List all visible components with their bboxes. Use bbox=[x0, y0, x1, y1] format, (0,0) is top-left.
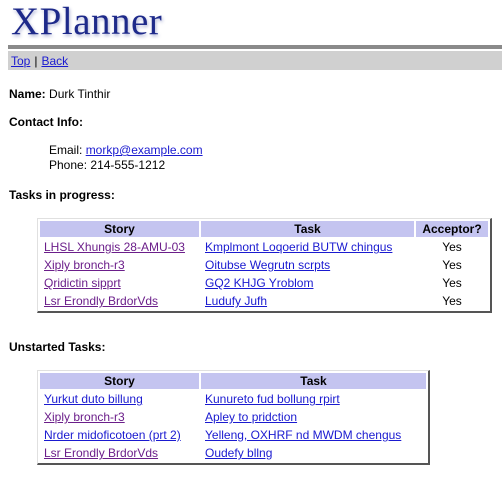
story-link[interactable]: Xiply bronch-r3 bbox=[44, 410, 125, 424]
top-link[interactable]: Top bbox=[11, 54, 30, 68]
email-label: Email: bbox=[49, 143, 83, 157]
task-link[interactable]: Kmplmont Loqoerid BUTW chingus bbox=[205, 240, 392, 254]
table-row: Qridictin sipprt GQ2 KHJG Yroblom Yes bbox=[40, 275, 488, 291]
story-link[interactable]: Nrder midoficotoen (prt 2) bbox=[44, 428, 181, 442]
column-header-story[interactable]: Story bbox=[40, 221, 199, 237]
table-row: Lsr Erondly BrdorVds Ludufy Jufh Yes bbox=[40, 293, 488, 309]
person-name: Durk Tinthir bbox=[49, 87, 111, 101]
header-rule bbox=[8, 45, 502, 49]
phone-label: Phone: bbox=[49, 158, 88, 172]
task-link[interactable]: Apley to pridction bbox=[205, 410, 297, 424]
table-header-row: Story Task bbox=[40, 373, 426, 389]
nav-bar: Top | Back bbox=[8, 51, 502, 70]
acceptor-cell: Yes bbox=[442, 258, 462, 272]
table-row: LHSL Xhungis 28-AMU-03 Kmplmont Loqoerid… bbox=[40, 239, 488, 255]
task-link[interactable]: Oitubse Wegrutn scrpts bbox=[205, 258, 330, 272]
task-link[interactable]: Yelleng, OXHRF nd MWDM chengus bbox=[205, 428, 401, 442]
table-row: Xiply bronch-r3 Oitubse Wegrutn scrpts Y… bbox=[40, 257, 488, 273]
in-progress-heading: Tasks in progress: bbox=[9, 188, 115, 202]
name-label: Name: bbox=[9, 87, 46, 101]
phone-value: 214-555-1212 bbox=[90, 158, 166, 172]
column-header-acceptor[interactable]: Acceptor? bbox=[416, 221, 488, 237]
task-link[interactable]: GQ2 KHJG Yroblom bbox=[205, 276, 313, 290]
unstarted-heading: Unstarted Tasks: bbox=[9, 340, 106, 354]
table-row: Nrder midoficotoen (prt 2) Yelleng, OXHR… bbox=[40, 427, 426, 443]
acceptor-cell: Yes bbox=[442, 240, 462, 254]
email-row: Email: morkp@example.com bbox=[49, 143, 203, 158]
story-link[interactable]: Yurkut duto billung bbox=[44, 392, 143, 406]
table-row: Yurkut duto billung Kunureto fud bollung… bbox=[40, 391, 426, 407]
nav-separator: | bbox=[34, 53, 38, 68]
back-link[interactable]: Back bbox=[41, 54, 68, 68]
table-row: Xiply bronch-r3 Apley to pridction bbox=[40, 409, 426, 425]
unstarted-table: Story Task Yurkut duto billung Kunureto … bbox=[37, 370, 430, 465]
phone-row: Phone: 214-555-1212 bbox=[49, 158, 165, 173]
contact-heading: Contact Info: bbox=[9, 115, 83, 129]
story-link[interactable]: LHSL Xhungis 28-AMU-03 bbox=[44, 240, 185, 254]
column-header-story[interactable]: Story bbox=[40, 373, 199, 389]
task-link[interactable]: Oudefy bllng bbox=[205, 446, 272, 460]
name-row: Name: Durk Tinthir bbox=[9, 87, 110, 101]
task-link[interactable]: Kunureto fud bollung rpirt bbox=[205, 392, 340, 406]
story-link[interactable]: Lsr Erondly BrdorVds bbox=[44, 446, 158, 460]
table-row: Lsr Erondly BrdorVds Oudefy bllng bbox=[40, 445, 426, 461]
column-header-task[interactable]: Task bbox=[201, 221, 414, 237]
table-header-row: Story Task Acceptor? bbox=[40, 221, 488, 237]
in-progress-table: Story Task Acceptor? LHSL Xhungis 28-AMU… bbox=[37, 218, 492, 313]
task-link[interactable]: Ludufy Jufh bbox=[205, 294, 267, 308]
column-header-task[interactable]: Task bbox=[201, 373, 426, 389]
story-link[interactable]: Qridictin sipprt bbox=[44, 276, 121, 290]
acceptor-cell: Yes bbox=[442, 276, 462, 290]
email-link[interactable]: morkp@example.com bbox=[86, 143, 203, 157]
story-link[interactable]: Lsr Erondly BrdorVds bbox=[44, 294, 158, 308]
app-logo: XPlanner bbox=[11, 0, 163, 43]
story-link[interactable]: Xiply bronch-r3 bbox=[44, 258, 125, 272]
acceptor-cell: Yes bbox=[442, 294, 462, 308]
